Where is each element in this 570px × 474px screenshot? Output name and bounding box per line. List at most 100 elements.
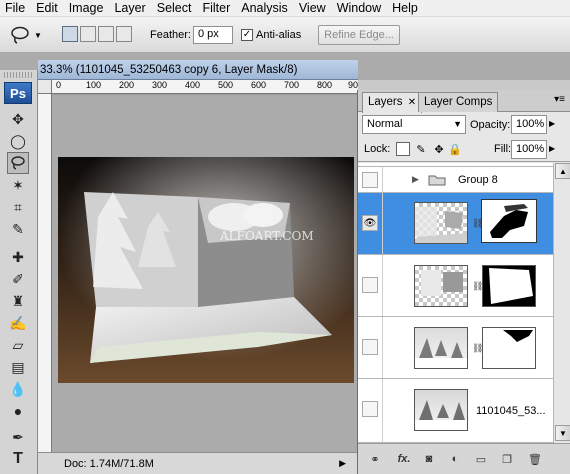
toolbox: Ps ✥ ◯ ✶ ⌗ ✎ ✚ ✐ ♜ ✍ ▱ ▤ 💧 ● ✒ T [0, 70, 38, 474]
mask-link-icon[interactable]: ⛓ [472, 218, 483, 228]
layer-thumbnail[interactable] [414, 389, 468, 431]
layer-row-selected[interactable]: 👁 ⛓ [358, 193, 553, 255]
visibility-toggle[interactable] [362, 277, 378, 293]
toolbox-grip[interactable] [4, 72, 33, 78]
menu-layer[interactable]: Layer [109, 0, 151, 16]
add-to-selection-button[interactable] [80, 26, 96, 42]
layer-mask-thumbnail[interactable] [482, 327, 536, 369]
subtract-from-selection-button[interactable] [98, 26, 114, 42]
history-brush-tool-icon[interactable]: ✍ [7, 312, 29, 334]
layer-row[interactable]: 1101045_53... [358, 379, 553, 443]
vertical-ruler[interactable] [38, 94, 52, 454]
menu-filter[interactable]: Filter [197, 0, 236, 16]
gradient-tool-icon[interactable]: ▤ [7, 356, 29, 378]
watermark-text: ALFOART.COM [219, 229, 314, 243]
options-bar: ▼ Feather: 0 px ✓ Anti-alias Refine Edge… [0, 17, 570, 53]
visibility-toggle[interactable] [362, 172, 378, 188]
eraser-tool-icon[interactable]: ▱ [7, 334, 29, 356]
menu-analysis[interactable]: Analysis [236, 0, 294, 16]
selection-mode-group [62, 26, 132, 42]
intersect-selection-button[interactable] [116, 26, 132, 42]
new-group-icon[interactable]: ▭ [474, 452, 488, 466]
ps-logo: Ps [4, 82, 32, 104]
blend-mode-value: Normal [367, 118, 403, 130]
mask-link-icon[interactable]: ⛓ [472, 343, 483, 353]
layer-thumbnail[interactable] [414, 265, 468, 307]
layer-thumbnail[interactable] [414, 327, 468, 369]
pen-tool-icon[interactable]: ✒ [7, 426, 29, 448]
antialias-checkbox[interactable]: ✓ [241, 29, 253, 41]
layers-scrollbar[interactable]: ▲ ▼ [553, 163, 570, 443]
link-layers-icon[interactable]: ⚭ [368, 452, 382, 466]
blur-tool-icon[interactable]: 💧 [7, 378, 29, 400]
menu-help[interactable]: Help [387, 0, 424, 16]
canvas-area[interactable]: ALFOART.COM [52, 95, 358, 453]
ruler-tick: 800 [317, 80, 333, 90]
tool-preset-picker[interactable]: ▼ [9, 23, 45, 47]
panel-menu-icon[interactable]: ▾≡ [554, 94, 565, 105]
lock-position-icon[interactable]: ✥ [432, 142, 446, 156]
row-divider [382, 193, 383, 254]
layer-row[interactable]: ⛓ [358, 255, 553, 317]
eyedropper-tool-icon[interactable]: ✎ [7, 218, 29, 240]
delete-layer-icon[interactable]: 🗑 [528, 452, 542, 466]
add-mask-icon[interactable]: ◙ [422, 452, 436, 466]
mask-link-icon[interactable]: ⛓ [472, 281, 483, 291]
blend-mode-select[interactable]: Normal ▼ [362, 115, 466, 134]
spot-healing-brush-tool-icon[interactable]: ✚ [7, 246, 29, 268]
adjustment-layer-icon[interactable]: ◐ [448, 452, 462, 466]
visibility-toggle[interactable] [362, 401, 378, 417]
magic-wand-tool-icon[interactable]: ✶ [7, 174, 29, 196]
folder-icon [428, 175, 446, 186]
layer-mask-thumbnail[interactable] [482, 265, 536, 307]
doc-size-readout: Doc: 1.74M/71.8M [64, 457, 154, 470]
elliptical-marquee-tool-icon[interactable]: ◯ [7, 130, 29, 152]
scroll-up-button[interactable]: ▲ [555, 163, 570, 179]
row-divider [382, 167, 383, 192]
opacity-arrow-icon[interactable]: ▶ [549, 119, 555, 128]
lock-all-icon[interactable]: 🔒 [448, 142, 462, 156]
tab-layer-comps[interactable]: Layer Comps [418, 92, 499, 112]
layer-row[interactable]: ⛓ [358, 317, 553, 379]
menu-bar: File Edit Image Layer Select Filter Anal… [0, 0, 570, 17]
menu-select[interactable]: Select [152, 0, 198, 16]
type-tool-icon[interactable]: T [7, 448, 29, 470]
fill-arrow-icon[interactable]: ▶ [549, 144, 555, 153]
refine-edge-button[interactable]: Refine Edge... [318, 25, 400, 45]
layer-group-row[interactable]: ▶ Group 8 [358, 167, 553, 193]
tab-layers[interactable]: Layers ✕ [362, 92, 423, 113]
opacity-input[interactable]: 100% [511, 115, 547, 134]
lock-transparent-icon[interactable] [396, 142, 410, 156]
visibility-toggle[interactable] [362, 339, 378, 355]
blend-row: Normal ▼ Opacity: 100% ▶ [358, 112, 570, 138]
menu-image[interactable]: Image [64, 0, 110, 16]
lock-image-icon[interactable]: ✎ [414, 142, 428, 156]
brush-tool-icon[interactable]: ✐ [7, 268, 29, 290]
eye-icon[interactable]: 👁 [362, 215, 378, 231]
clone-stamp-tool-icon[interactable]: ♜ [7, 290, 29, 312]
move-tool-icon[interactable]: ✥ [7, 108, 29, 130]
feather-input[interactable]: 0 px [193, 26, 233, 44]
fill-input[interactable]: 100% [511, 140, 547, 159]
fx-icon[interactable]: fx. [394, 452, 414, 466]
fill-label: Fill: [494, 143, 512, 155]
menu-view[interactable]: View [294, 0, 332, 16]
dodge-tool-icon[interactable]: ● [7, 400, 29, 422]
document-title[interactable]: 33.3% (1101045_53250463 copy 6, Layer Ma… [38, 60, 358, 80]
expand-arrow-icon[interactable]: ▶ [412, 174, 419, 185]
status-menu-arrow-icon[interactable]: ▶ [339, 458, 346, 469]
horizontal-ruler[interactable]: 0 100 200 300 400 500 600 700 800 900 [52, 80, 363, 94]
lasso-tool-icon[interactable] [7, 152, 29, 174]
menu-edit[interactable]: Edit [31, 0, 64, 16]
scroll-down-button[interactable]: ▼ [555, 425, 570, 441]
menu-file[interactable]: File [0, 0, 31, 16]
layer-mask-thumbnail[interactable] [481, 199, 537, 243]
crop-tool-icon[interactable]: ⌗ [7, 196, 29, 218]
menu-window[interactable]: Window [332, 0, 387, 16]
close-icon[interactable]: ✕ [408, 97, 416, 108]
layer-thumbnail[interactable] [414, 202, 468, 244]
new-selection-button[interactable] [62, 26, 78, 42]
ruler-origin[interactable] [38, 80, 52, 94]
new-layer-icon[interactable]: ❐ [500, 452, 514, 466]
ruler-tick: 100 [86, 80, 102, 90]
